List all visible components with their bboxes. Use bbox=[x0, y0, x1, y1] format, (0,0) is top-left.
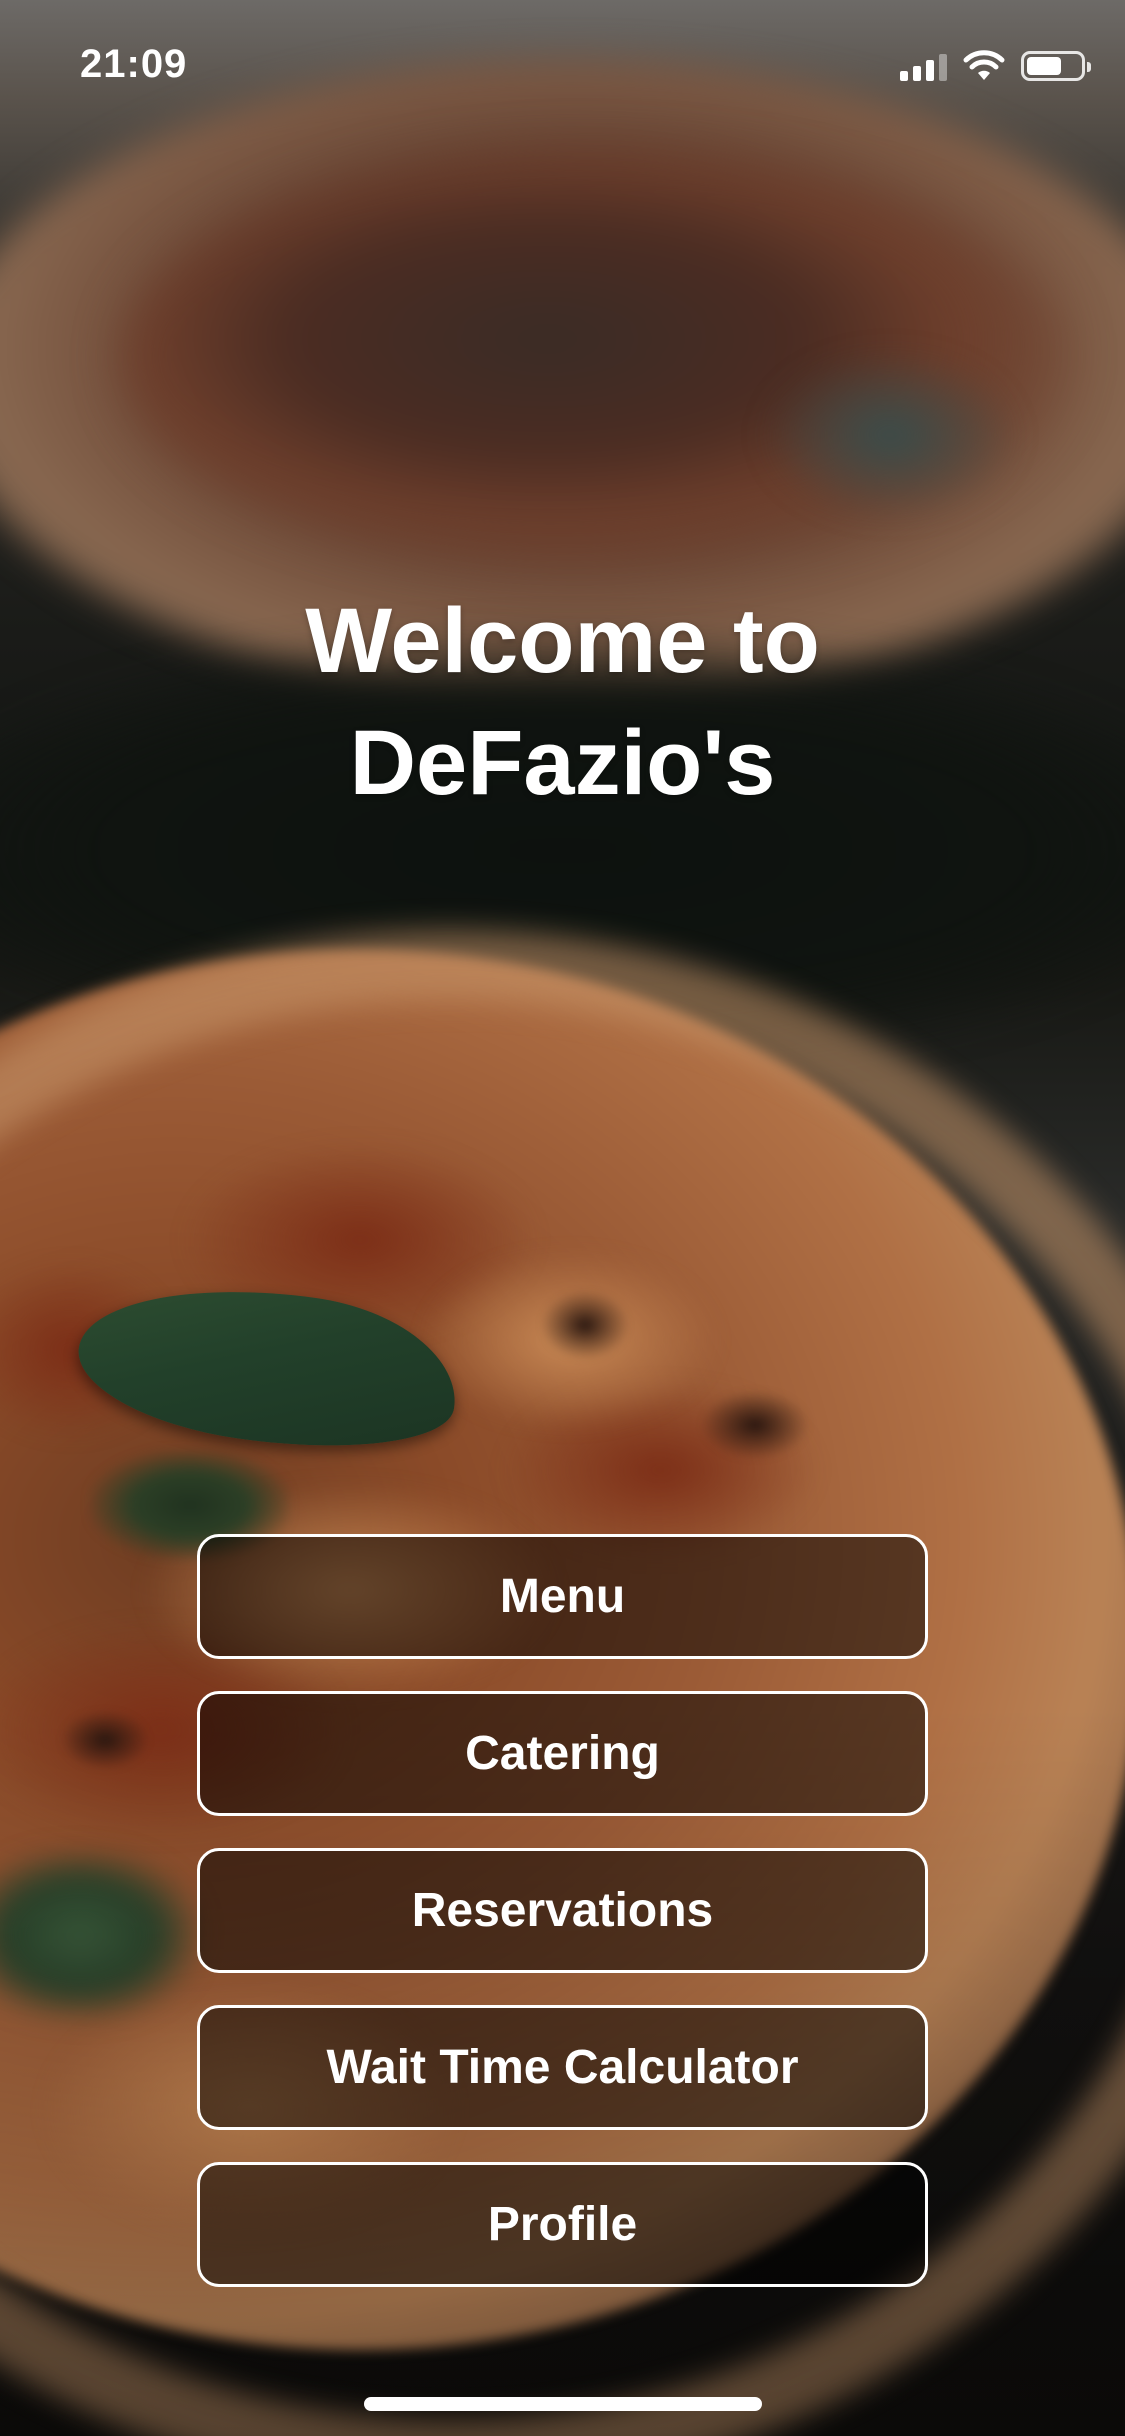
welcome-title-line2: DeFazio's bbox=[349, 712, 776, 814]
profile-button[interactable]: Profile bbox=[197, 2162, 928, 2287]
wait-time-calculator-button[interactable]: Wait Time Calculator bbox=[197, 2005, 928, 2130]
cellular-signal-icon bbox=[900, 51, 947, 81]
status-time: 21:09 bbox=[80, 42, 188, 86]
welcome-title: Welcome to DeFazio's bbox=[0, 580, 1125, 824]
wifi-icon bbox=[963, 50, 1005, 80]
welcome-title-line1: Welcome to bbox=[305, 590, 820, 692]
status-bar: 21:09 bbox=[0, 0, 1125, 130]
catering-button[interactable]: Catering bbox=[197, 1691, 928, 1816]
battery-icon bbox=[1021, 51, 1091, 81]
reservations-button[interactable]: Reservations bbox=[197, 1848, 928, 1973]
home-indicator[interactable] bbox=[364, 2397, 762, 2411]
status-icons bbox=[900, 50, 1091, 82]
nav-buttons: Menu Catering Reservations Wait Time Cal… bbox=[197, 1534, 928, 2319]
home-screen: 21:09 Welcome to DeFazio's Menu Catering bbox=[0, 0, 1125, 2436]
menu-button[interactable]: Menu bbox=[197, 1534, 928, 1659]
battery-level bbox=[1027, 57, 1061, 75]
